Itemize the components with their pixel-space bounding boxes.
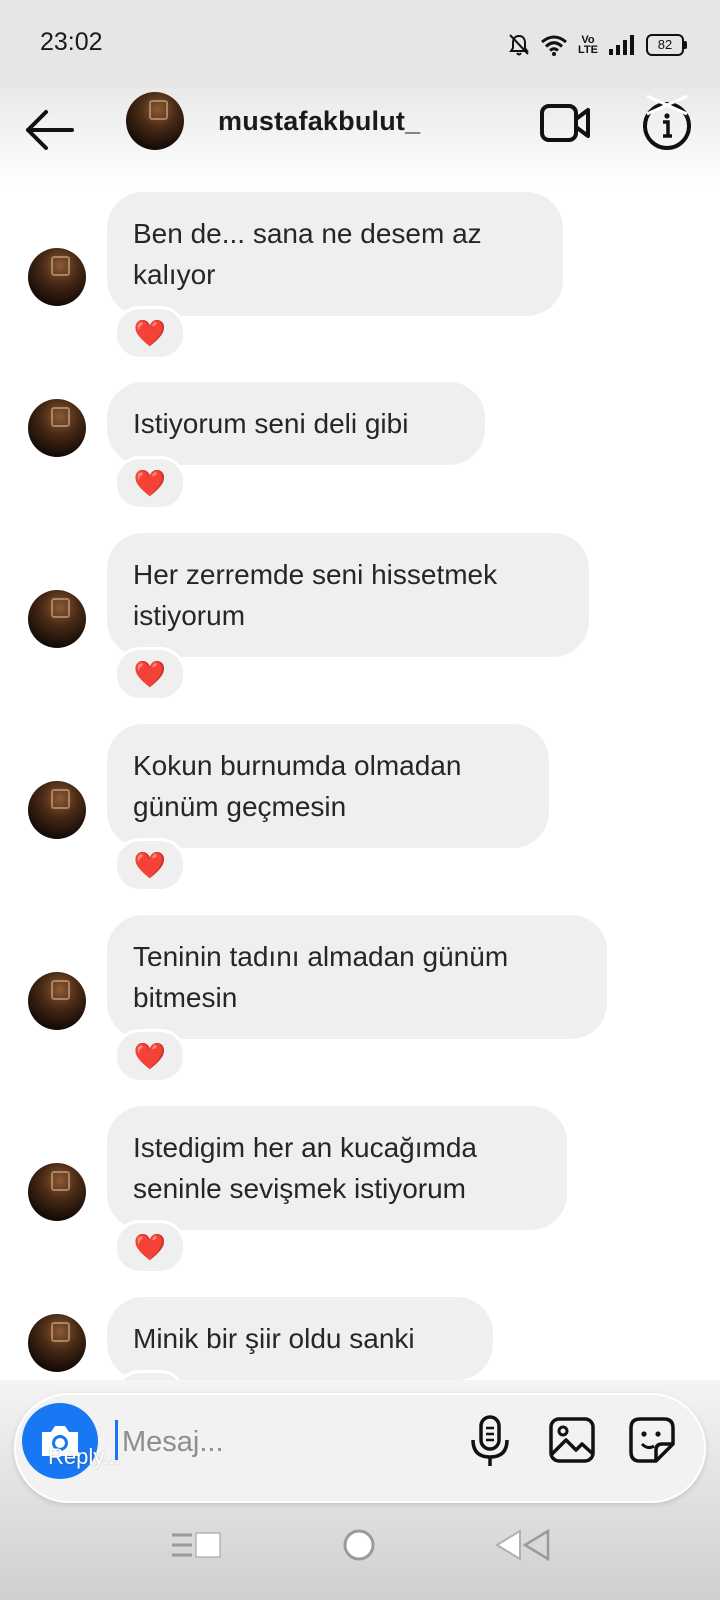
heart-reaction[interactable]: ❤️ (114, 1220, 186, 1274)
signal-icon (609, 35, 634, 55)
home-icon (343, 1529, 375, 1561)
header-username[interactable]: mustafakbulut_ (218, 106, 420, 137)
message-avatar (28, 1314, 86, 1372)
microphone-button[interactable] (468, 1414, 512, 1468)
message-avatar (28, 590, 86, 648)
message-avatar (28, 781, 86, 839)
heart-icon: ❤️ (133, 659, 167, 689)
status-bar: 23:02 Vo LTE 82 (0, 0, 720, 88)
status-icons: Vo LTE 82 (508, 30, 687, 60)
heart-reaction[interactable]: ❤️ (114, 306, 186, 360)
sticker-button[interactable] (628, 1416, 676, 1464)
message-bubble[interactable]: Kokun burnumda olmadan günüm geçmesin (107, 724, 549, 848)
info-icon (643, 94, 691, 150)
heart-reaction[interactable]: ❤️ (114, 456, 186, 510)
gallery-button[interactable] (548, 1416, 596, 1464)
recent-apps-button[interactable] (170, 1531, 226, 1559)
message-avatar (28, 248, 86, 306)
heart-reaction[interactable]: ❤️ (114, 647, 186, 701)
volte-indicator: Vo LTE (578, 35, 598, 56)
system-back-button[interactable] (494, 1529, 552, 1561)
home-button[interactable] (342, 1528, 376, 1562)
message-avatar (28, 1163, 86, 1221)
heart-icon: ❤️ (133, 318, 167, 348)
gallery-icon (549, 1417, 595, 1463)
info-button[interactable] (638, 92, 696, 152)
dm-conversation-screen: 23:02 Vo LTE 82 mustafakbulut_ Ben de...… (0, 0, 720, 1600)
message-avatar (28, 972, 86, 1030)
message-bubble[interactable]: Minik bir şiir oldu sanki (107, 1297, 493, 1380)
header-avatar[interactable] (126, 92, 184, 150)
message-bubble[interactable]: Her zerremde seni hissetmek istiyorum (107, 533, 589, 657)
wifi-icon (541, 35, 567, 56)
mute-bell-icon (509, 34, 529, 56)
video-call-button[interactable] (538, 98, 594, 148)
message-bubble[interactable]: Istiyorum seni deli gibi (107, 382, 485, 465)
message-bubble[interactable]: Ben de... sana ne desem az kalıyor (107, 192, 563, 316)
message-avatar (28, 399, 86, 457)
message-bubble[interactable]: Teninin tadını almadan günüm bitmesin (107, 915, 607, 1039)
message-bubble[interactable]: Istedigim her an kucağımda seninle seviş… (107, 1106, 567, 1230)
back-button[interactable] (22, 98, 78, 154)
heart-reaction[interactable]: ❤️ (114, 838, 186, 892)
back-arrow-icon (26, 110, 74, 150)
message-input[interactable] (120, 1421, 444, 1463)
menu-icon (172, 1532, 221, 1558)
text-cursor (115, 1420, 118, 1460)
chat-header: mustafakbulut_ (0, 88, 720, 188)
sticker-icon (629, 1417, 675, 1463)
heart-icon: ❤️ (133, 1041, 167, 1071)
video-camera-icon (540, 104, 590, 142)
battery-indicator: 82 (646, 34, 687, 56)
heart-icon: ❤️ (133, 850, 167, 880)
volte-bottom: LTE (578, 44, 598, 56)
reply-overlay-text: Reply... (48, 1444, 121, 1469)
system-nav-bar (0, 1508, 720, 1600)
heart-icon: ❤️ (133, 468, 167, 498)
microphone-icon (471, 1415, 509, 1466)
heart-reaction[interactable]: ❤️ (114, 1029, 186, 1083)
heart-icon: ❤️ (133, 1232, 167, 1262)
back-triangle-icon (495, 1529, 550, 1561)
status-time: 23:02 (40, 28, 103, 56)
